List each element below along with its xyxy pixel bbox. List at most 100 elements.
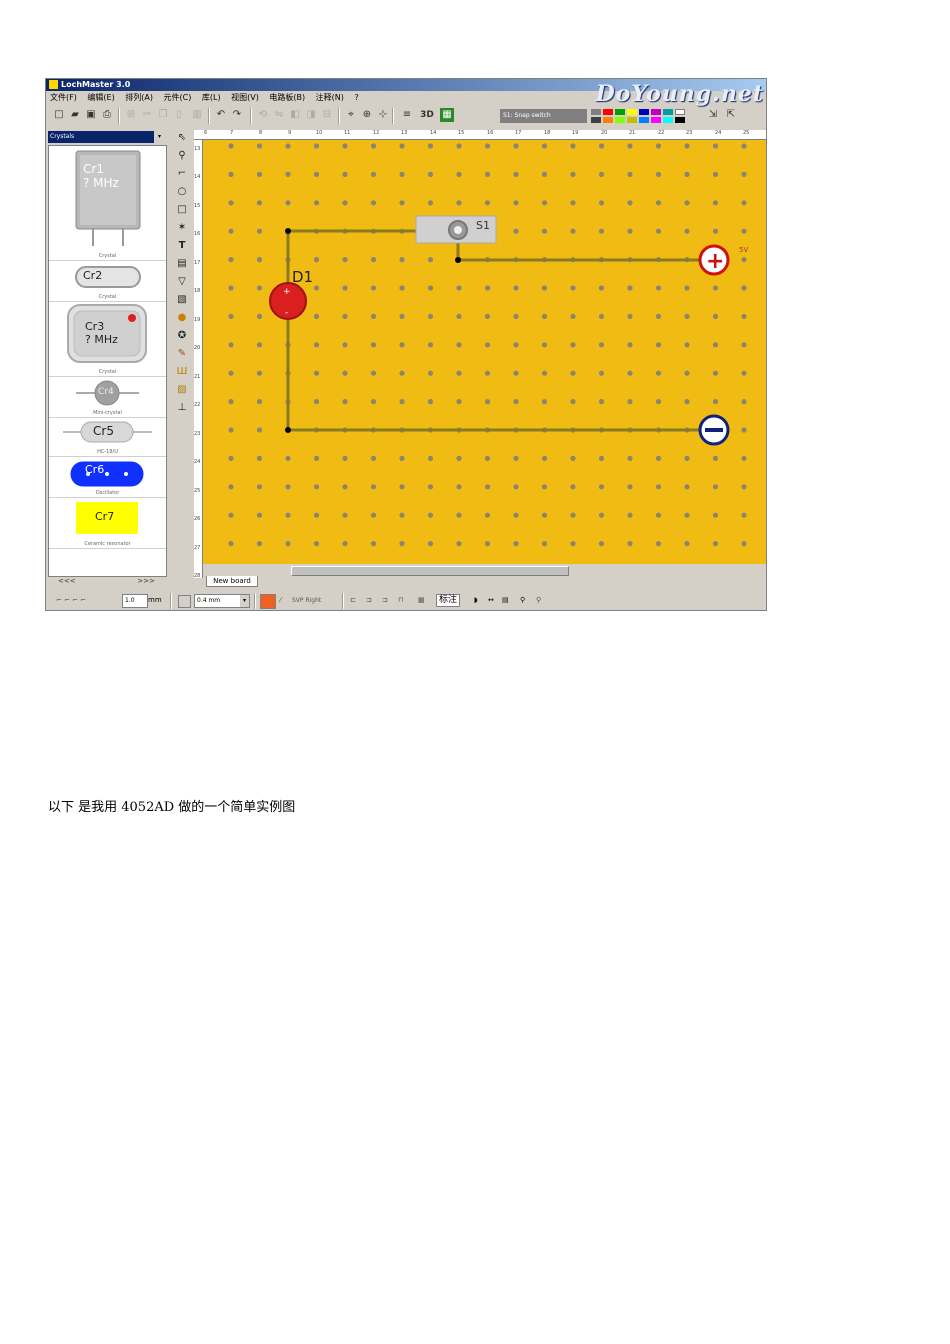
align-left-icon[interactable]: ⊏ [350, 594, 356, 607]
menu-board[interactable]: 电路板(B) [269, 93, 305, 102]
color-palette[interactable] [591, 108, 693, 124]
menu-library[interactable]: 库(L) [202, 93, 221, 102]
open-folder-icon[interactable]: ▰ [68, 108, 82, 122]
component-cr7[interactable]: Cr7 Ceramic resonator [49, 498, 166, 549]
ruler-tick: 27 [194, 545, 201, 551]
board-hole [285, 541, 291, 547]
board-hole [399, 143, 405, 149]
component-cr2[interactable]: Cr2 Crystal [49, 261, 166, 302]
board-hole [313, 399, 320, 405]
board-canvas[interactable]: + - + [203, 140, 766, 564]
stripboard[interactable]: + - + S1 D1 5V [203, 140, 766, 564]
color-picker-swatch[interactable] [260, 594, 276, 609]
redo-icon[interactable]: ↷ [230, 108, 244, 122]
ellipse-tool-icon[interactable]: ○ [175, 185, 189, 199]
group-icon[interactable]: ⊞ [124, 108, 138, 122]
component-tool-icon[interactable]: ● [175, 311, 189, 325]
zoom-out-icon[interactable]: ⚲ [536, 594, 541, 607]
funnel-tool-icon[interactable]: ▽ [175, 275, 189, 289]
back-icon[interactable]: ◨ [304, 108, 318, 122]
tab-new-board[interactable]: New board [206, 576, 258, 587]
pen-icon[interactable]: ⁄ [280, 594, 281, 607]
ruler-tool-icon[interactable]: Ш [175, 365, 189, 379]
component-cr1[interactable]: Cr1 ? MHz Crystal [49, 146, 166, 261]
board-hole [228, 512, 234, 518]
menu-notes[interactable]: 注释(N) [316, 93, 344, 102]
undo-icon[interactable]: ↶ [214, 108, 228, 122]
board-hole [598, 484, 605, 490]
chevron-down-icon[interactable]: ▾ [240, 595, 249, 607]
print-icon[interactable]: ⎙ [100, 108, 114, 122]
chevron-down-icon[interactable]: ▾ [154, 131, 165, 143]
width-input[interactable]: 1.0 [122, 594, 148, 608]
layer-icon[interactable]: ≡ [400, 108, 414, 122]
board-hole [228, 399, 234, 405]
board-hole [712, 342, 719, 348]
ruler-left: 13 14 15 16 17 18 19 20 21 22 23 24 25 2… [194, 140, 203, 579]
app-icon [49, 80, 58, 89]
save-icon[interactable]: ▣ [84, 108, 98, 122]
track-width-select[interactable]: 0.4 mm ▾ [194, 594, 250, 608]
scrollbar-thumb[interactable] [291, 566, 569, 576]
component-cr6[interactable]: Cr6 Oscillator [49, 457, 166, 498]
menu-arrange[interactable]: 排列(A) [125, 93, 153, 102]
component-cr4[interactable]: Cr4 Mini-crystal [49, 377, 166, 418]
zoom-in-icon[interactable]: ⚲ [520, 594, 525, 607]
track-tool-icon[interactable]: ⌐ [175, 167, 189, 181]
library-next-button[interactable]: >>> [137, 577, 155, 585]
text-tool-icon[interactable]: T [175, 239, 189, 253]
board-hole [228, 228, 234, 234]
menu-file[interactable]: 文件(F) [50, 93, 77, 102]
menu-edit[interactable]: 编辑(E) [87, 93, 114, 102]
ruler-tick: 28 [194, 573, 201, 579]
rotate-icon[interactable]: ⟲ [256, 108, 270, 122]
grid-icon[interactable]: ▦ [418, 594, 425, 607]
plus-terminal[interactable]: + [698, 244, 730, 276]
dimension-tool-icon[interactable]: ⊥ [175, 401, 189, 415]
front-icon[interactable]: ◧ [288, 108, 302, 122]
polygon-tool-icon[interactable]: ✶ [175, 221, 189, 235]
paste-icon[interactable]: ▯ [172, 108, 186, 122]
library-select[interactable]: Crystals ▾ [48, 131, 165, 143]
fill-color-swatch[interactable] [178, 595, 191, 608]
new-file-icon[interactable]: □ [52, 108, 66, 122]
delete-icon[interactable]: ▥ [190, 108, 204, 122]
rectangle-tool-icon[interactable]: □ [175, 203, 189, 217]
image-tool-icon[interactable]: ▧ [175, 293, 189, 307]
corner-style-icon[interactable]: ⌐ ⌐ ⌐ ⌐ [56, 594, 86, 607]
annotate-button[interactable]: 标注 [436, 594, 461, 607]
cursor-tool-icon[interactable]: ⌖ [344, 108, 358, 122]
select-arrow-icon[interactable]: ⇖ [175, 131, 189, 145]
connect-icon[interactable]: ⊕ [360, 108, 374, 122]
menu-help[interactable]: ? [354, 93, 358, 102]
distribute-icon[interactable]: ⊓ [398, 594, 403, 607]
cut-icon[interactable]: ✂ [140, 108, 154, 122]
component-cr5[interactable]: Cr5 HC-18/U [49, 418, 166, 457]
board-hole [712, 285, 719, 291]
zoom-out-icon[interactable]: ⇱ [724, 108, 738, 122]
fill-tool-icon[interactable]: ▨ [175, 383, 189, 397]
view-3d-button[interactable]: 3D [418, 108, 436, 122]
horizontal-scrollbar[interactable] [203, 565, 766, 576]
label-tool-icon[interactable]: ▤ [175, 257, 189, 271]
minus-terminal[interactable] [698, 414, 730, 446]
align-icon[interactable]: ⊟ [320, 108, 334, 122]
arrows-icon[interactable]: ↔ [488, 594, 494, 607]
pencil-tool-icon[interactable]: ✎ [175, 347, 189, 361]
align-right-icon[interactable]: ⊐ [382, 594, 388, 607]
zoom-in-icon[interactable]: ⇲ [706, 108, 720, 122]
measure-tool-icon[interactable]: ✪ [175, 329, 189, 343]
mirror-icon[interactable]: ⇋ [272, 108, 286, 122]
zoom-icon[interactable]: ⚲ [175, 149, 189, 163]
layers-icon[interactable]: ▤ [502, 594, 509, 607]
copy-icon[interactable]: ❐ [156, 108, 170, 122]
align-center-icon[interactable]: ⊐ [366, 594, 372, 607]
library-prev-button[interactable]: <<< [58, 577, 76, 585]
component-cr3[interactable]: Cr3 ? MHz Crystal [49, 302, 166, 377]
menu-component[interactable]: 元件(C) [164, 93, 192, 102]
led-d1[interactable]: + - [269, 282, 307, 320]
board-view-icon[interactable]: ▦ [440, 108, 454, 122]
moon-icon[interactable]: ◗ [474, 594, 478, 607]
probe-icon[interactable]: ⊹ [376, 108, 390, 122]
menu-view[interactable]: 视图(V) [231, 93, 259, 102]
